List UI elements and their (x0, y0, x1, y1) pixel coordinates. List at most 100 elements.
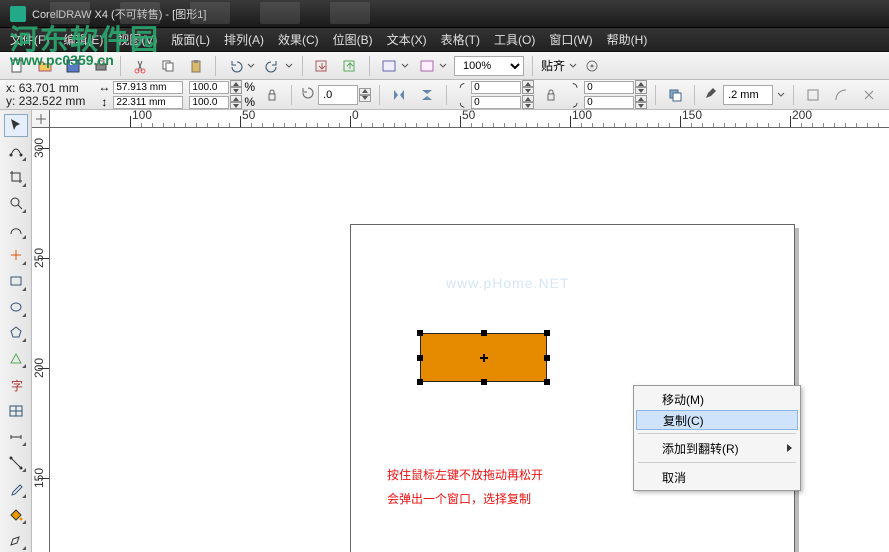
smart-tool[interactable] (4, 244, 28, 267)
menu-item-7[interactable]: 文本(X) (387, 31, 427, 48)
convert-button[interactable] (830, 84, 852, 106)
eyedrop-tool[interactable] (4, 477, 28, 500)
redo-dropdown[interactable] (284, 62, 294, 70)
cursor-position: x: 63.701 mm y: 232.522 mm (6, 82, 85, 108)
crop-tool[interactable] (4, 166, 28, 189)
angle-spinner[interactable] (359, 88, 371, 102)
snap-label: 贴齐 (541, 57, 565, 74)
pick-tool[interactable] (4, 114, 28, 137)
menu-bar: 文件(F) 编辑(E) 视图(V) 版面(L) 排列(A) 效果(C) 位图(B) 文本(X)… (0, 28, 889, 52)
title-bar: CorelDRAW X4 (不可转售) - [图形1] (0, 0, 889, 28)
menu-item-10[interactable]: 窗口(W) (549, 31, 592, 48)
lock-ratio-button[interactable] (261, 84, 283, 106)
polygon-tool[interactable] (4, 322, 28, 345)
pen-icon (703, 85, 719, 104)
wrap-button[interactable] (802, 84, 824, 106)
undo-dropdown[interactable] (246, 62, 256, 70)
vertical-ruler[interactable]: 300250200150 (32, 128, 50, 552)
corner-tl-icon: ◜ (455, 80, 469, 94)
dimension-tool[interactable] (4, 425, 28, 448)
scale-y-spinner[interactable] (230, 95, 242, 109)
menu-item-4[interactable]: 排列(A) (224, 31, 264, 48)
snap-dropdown[interactable] (569, 59, 577, 73)
copy-button[interactable] (157, 55, 179, 77)
handle-tl[interactable] (417, 330, 423, 336)
context-item-1[interactable]: 复制(C) (636, 410, 798, 430)
context-item-5[interactable]: 取消 (636, 466, 798, 488)
context-item-0[interactable]: 移动(M) (636, 388, 798, 410)
export-button[interactable] (339, 55, 361, 77)
submenu-arrow-icon (787, 444, 792, 452)
zoom-select[interactable]: 100% (454, 56, 524, 76)
center-marker[interactable] (480, 354, 488, 362)
menu-item-0[interactable]: 文件(F) (10, 31, 49, 48)
cut-button[interactable] (129, 55, 151, 77)
angle-input[interactable] (318, 85, 358, 105)
ruler-origin[interactable] (32, 110, 50, 128)
svg-text:字: 字 (11, 378, 23, 393)
fill-tool[interactable] (4, 503, 28, 526)
scale-y-input[interactable] (189, 96, 229, 109)
handle-ml[interactable] (417, 355, 423, 361)
mirror-v-button[interactable] (416, 84, 438, 106)
zoom-tool[interactable] (4, 192, 28, 215)
menu-item-6[interactable]: 位图(B) (333, 31, 373, 48)
save-button[interactable] (62, 55, 84, 77)
connector-tool[interactable] (4, 451, 28, 474)
rect-tool[interactable] (4, 270, 28, 293)
scale-x-input[interactable] (189, 81, 229, 94)
toolbox: 字 (0, 110, 32, 552)
menu-item-1[interactable]: 编辑(E) (63, 31, 103, 48)
corner-lock-button[interactable] (540, 84, 562, 106)
corner-y-input[interactable] (471, 96, 521, 109)
context-menu: 移动(M)复制(C) 添加到翻转(R) 取消 (633, 385, 801, 491)
open-button[interactable] (34, 55, 56, 77)
menu-item-8[interactable]: 表格(T) (441, 31, 480, 48)
to-front-button[interactable] (664, 84, 686, 106)
handle-tm[interactable] (481, 330, 487, 336)
curve-tool[interactable] (4, 218, 28, 241)
text-tool[interactable]: 字 (4, 373, 28, 396)
property-bar: x: 63.701 mm y: 232.522 mm ↔ ↕ % % ◜ ◟ ◝… (0, 80, 889, 110)
shape-tool[interactable] (4, 140, 28, 163)
corner-x-input[interactable] (471, 81, 521, 94)
menu-item-2[interactable]: 视图(V) (117, 31, 157, 48)
snap-options-button[interactable] (581, 55, 603, 77)
menu-item-5[interactable]: 效果(C) (278, 31, 319, 48)
corner-roundness-right: ◝ ◞ (568, 80, 647, 109)
width-input[interactable] (113, 81, 183, 94)
print-button[interactable] (90, 55, 112, 77)
welcome-button[interactable] (416, 55, 438, 77)
shapes-tool[interactable] (4, 347, 28, 370)
launcher-button[interactable] (378, 55, 400, 77)
height-input[interactable] (113, 96, 183, 109)
menu-item-3[interactable]: 版面(L) (171, 31, 210, 48)
context-separator (638, 462, 796, 463)
selected-rectangle[interactable] (420, 333, 547, 382)
context-item-3[interactable]: 添加到翻转(R) (636, 437, 798, 459)
menu-item-9[interactable]: 工具(O) (494, 31, 535, 48)
undo-button[interactable] (224, 55, 246, 77)
handle-br[interactable] (544, 379, 550, 385)
mirror-h-button[interactable] (388, 84, 410, 106)
redo-button[interactable] (262, 55, 284, 77)
outline-dropdown[interactable] (777, 88, 785, 102)
break-button[interactable] (858, 84, 880, 106)
import-button[interactable] (311, 55, 333, 77)
ellipse-tool[interactable] (4, 296, 28, 319)
outline-width-input[interactable] (723, 85, 773, 105)
context-separator (638, 433, 796, 434)
table-tool[interactable] (4, 399, 28, 422)
scale-factor: % % (189, 80, 255, 109)
handle-mr[interactable] (544, 355, 550, 361)
rotate-icon (300, 85, 316, 104)
horizontal-ruler[interactable]: 10050050100150200250 (50, 110, 889, 128)
outline-tool-tool[interactable] (4, 529, 28, 552)
handle-bl[interactable] (417, 379, 423, 385)
paste-button[interactable] (185, 55, 207, 77)
new-button[interactable] (6, 55, 28, 77)
handle-bm[interactable] (481, 379, 487, 385)
scale-x-spinner[interactable] (230, 80, 242, 94)
menu-item-11[interactable]: 帮助(H) (607, 31, 648, 48)
handle-tr[interactable] (544, 330, 550, 336)
